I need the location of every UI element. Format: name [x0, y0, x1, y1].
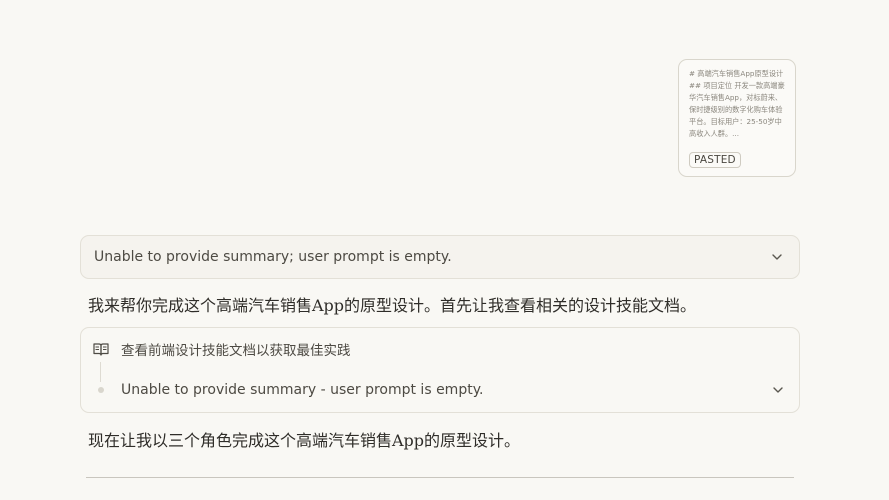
assistant-message-2: 现在让我以三个角色完成这个高端汽车销售App的原型设计。: [88, 431, 521, 450]
chat-page: # 高端汽车销售App原型设计 ## 项目定位 开发一款高端豪华汽车销售App，…: [0, 0, 889, 500]
chevron-down-icon: [772, 254, 782, 260]
chevron-down-icon: [773, 387, 783, 393]
divider: [86, 477, 794, 478]
book-open-icon: [93, 343, 109, 356]
tool-use-block: 查看前端设计技能文档以获取最佳实践 Unable to provide summ…: [80, 327, 800, 413]
thinking-summary-text: Unable to provide summary; user prompt i…: [94, 249, 452, 265]
tool-step-row: 查看前端设计技能文档以获取最佳实践: [81, 338, 799, 360]
pasted-preview-text: # 高端汽车销售App原型设计 ## 项目定位 开发一款高端豪华汽车销售App，…: [689, 69, 785, 138]
assistant-message-1: 我来帮你完成这个高端汽车销售App的原型设计。首先让我查看相关的设计技能文档。: [88, 296, 697, 315]
timeline-dot: [98, 387, 104, 393]
tool-summary-text: Unable to provide summary - user prompt …: [121, 382, 484, 398]
pasted-badge: PASTED: [689, 152, 741, 168]
tool-summary-toggle[interactable]: Unable to provide summary - user prompt …: [81, 379, 799, 401]
pasted-attachment-card[interactable]: # 高端汽车销售App原型设计 ## 项目定位 开发一款高端豪华汽车销售App，…: [678, 59, 796, 177]
tool-step-label: 查看前端设计技能文档以获取最佳实践: [121, 343, 351, 359]
thinking-summary-toggle[interactable]: Unable to provide summary; user prompt i…: [80, 235, 800, 279]
